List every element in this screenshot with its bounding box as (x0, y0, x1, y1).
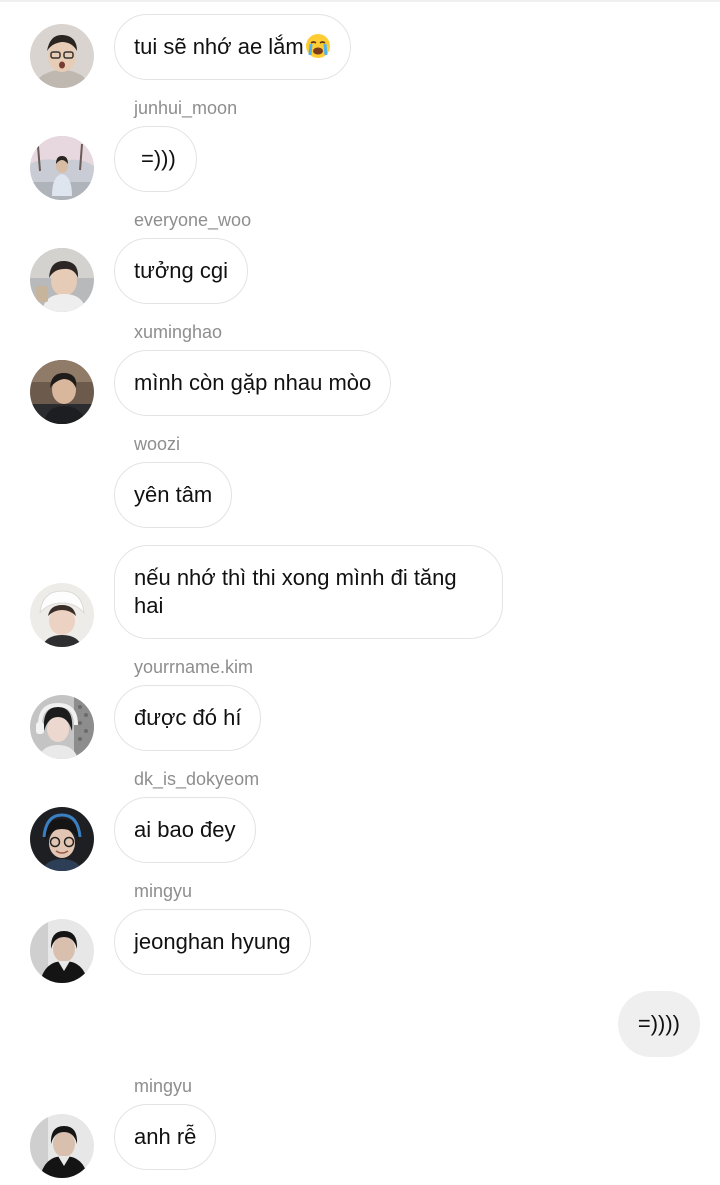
message-bubble[interactable]: nếu nhớ thì thi xong mình đi tăng hai (114, 545, 503, 639)
sender-username[interactable]: everyone_woo (134, 209, 251, 231)
message-text: =))) (141, 146, 176, 171)
avatar[interactable] (30, 919, 94, 983)
message-bubble[interactable]: mình còn gặp nhau mòo (114, 350, 392, 416)
message-text: =)))) (637, 1011, 680, 1036)
avatar[interactable] (30, 248, 94, 312)
avatar[interactable] (30, 583, 94, 647)
sender-username[interactable]: mingyu (134, 880, 192, 902)
message-bubble[interactable]: jeonghan hyung (114, 909, 311, 975)
message-text: jeonghan hyung (134, 929, 291, 954)
message-bubble[interactable]: yên tâm (114, 462, 233, 528)
message-text: ai bao đey (134, 817, 236, 842)
sender-username[interactable]: woozi (134, 433, 180, 455)
message-bubble[interactable]: =))) (114, 126, 197, 192)
message-text: tui sẽ nhớ ae lắm (134, 34, 304, 59)
avatar[interactable] (30, 136, 94, 200)
chat-thread[interactable]: tui sẽ nhớ ae lắm junhui_moon =))) every… (0, 0, 720, 1185)
avatar[interactable] (30, 807, 94, 871)
outgoing-message-bubble[interactable]: =)))) (617, 991, 700, 1057)
message-text: anh rễ (134, 1124, 197, 1149)
avatar[interactable] (30, 1114, 94, 1178)
message-bubble[interactable]: anh rễ (114, 1104, 217, 1170)
message-text: mình còn gặp nhau mòo (134, 370, 372, 395)
message-bubble[interactable]: tui sẽ nhớ ae lắm (114, 14, 351, 80)
sender-username[interactable]: dk_is_dokyeom (134, 768, 259, 790)
loudly-crying-face-emoji-icon (305, 33, 331, 59)
avatar[interactable] (30, 695, 94, 759)
sender-username[interactable]: yourrname.kim (134, 656, 253, 678)
sender-username[interactable]: mingyu (134, 1075, 192, 1097)
sender-username[interactable]: xuminghao (134, 321, 222, 343)
message-text: nếu nhớ thì thi xong mình đi tăng hai (134, 565, 457, 618)
header-divider (0, 0, 720, 2)
message-bubble[interactable]: ai bao đey (114, 797, 256, 863)
message-text: yên tâm (134, 482, 213, 507)
message-bubble[interactable]: được đó hí (114, 685, 262, 751)
avatar[interactable] (30, 360, 94, 424)
message-text: được đó hí (134, 705, 242, 730)
message-text: tưởng cgi (134, 258, 228, 283)
message-bubble[interactable]: tưởng cgi (114, 238, 248, 304)
avatar[interactable] (30, 24, 94, 88)
sender-username[interactable]: junhui_moon (134, 97, 237, 119)
